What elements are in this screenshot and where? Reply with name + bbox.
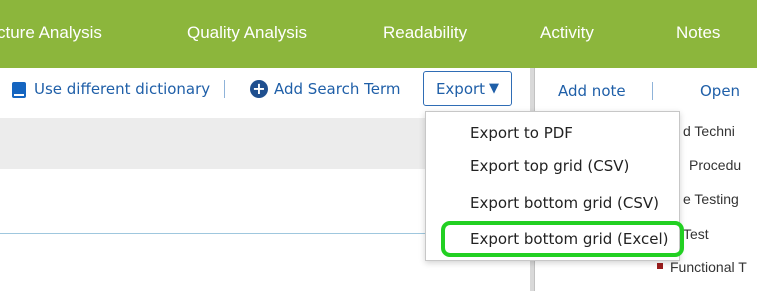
menu-item-export-bottom-csv[interactable]: Export bottom grid (CSV): [470, 193, 659, 213]
open-link[interactable]: Open: [700, 80, 740, 102]
note-item[interactable]: Functional T: [670, 257, 747, 277]
book-icon[interactable]: [12, 82, 26, 98]
use-different-dictionary-link[interactable]: Use different dictionary: [34, 78, 210, 100]
top-tab-bar: cture Analysis Quality Analysis Readabil…: [0, 0, 757, 68]
add-search-term-link[interactable]: Add Search Term: [274, 78, 400, 100]
add-note-link[interactable]: Add note: [558, 80, 626, 102]
toolbar-separator: [224, 80, 225, 98]
bullet-icon: [657, 263, 663, 269]
highlight-outline: [441, 221, 684, 257]
note-item[interactable]: e Testing: [683, 189, 739, 209]
tab-structure-analysis[interactable]: cture Analysis: [0, 22, 102, 44]
note-item[interactable]: d Techni: [683, 121, 735, 141]
note-item[interactable]: Test: [683, 224, 709, 244]
menu-item-export-top-csv[interactable]: Export top grid (CSV): [470, 156, 629, 176]
export-button[interactable]: Export ▼: [423, 71, 512, 106]
note-item[interactable]: Procedu: [689, 155, 741, 175]
grid-divider-line: [0, 233, 430, 234]
export-button-label: Export: [435, 79, 486, 98]
plus-circle-icon[interactable]: +: [250, 80, 268, 98]
tab-activity[interactable]: Activity: [540, 22, 594, 44]
tab-readability[interactable]: Readability: [383, 22, 467, 44]
tab-quality-analysis[interactable]: Quality Analysis: [187, 22, 307, 44]
menu-item-export-pdf[interactable]: Export to PDF: [470, 123, 573, 143]
notes-toolbar-separator: [652, 82, 653, 100]
tab-notes[interactable]: Notes: [676, 22, 720, 44]
chevron-down-icon: ▼: [489, 81, 500, 96]
